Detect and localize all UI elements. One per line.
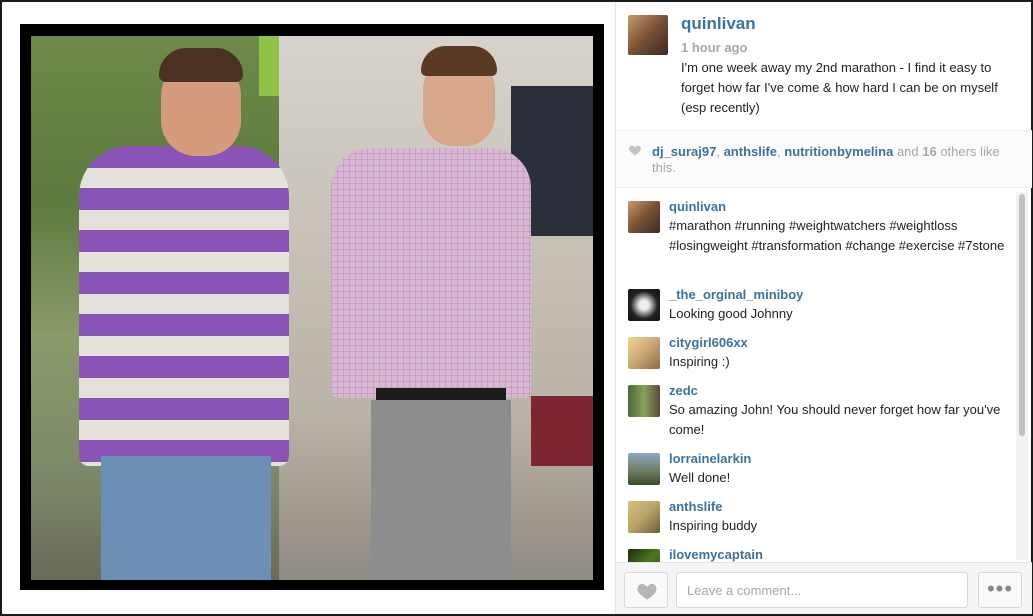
commenter-username[interactable]: anthslife xyxy=(669,499,722,514)
heart-icon xyxy=(629,145,641,156)
caption-text: I'm one week away my 2nd marathon - I fi… xyxy=(681,60,998,115)
commenter-avatar[interactable] xyxy=(628,549,660,562)
comment-text: Inspiring buddy xyxy=(669,518,758,533)
commenter-avatar[interactable] xyxy=(628,201,660,233)
post-sidebar: quinlivan 1 hour ago I'm one week away m… xyxy=(615,2,1032,614)
comment-text: #marathon #running #weightwatchers #weig… xyxy=(669,218,1005,253)
commenter-avatar[interactable] xyxy=(628,289,660,321)
green-strip xyxy=(259,36,279,96)
comment-text: Inspiring :) xyxy=(669,354,730,369)
grey-trousers xyxy=(371,400,511,580)
commenter-username[interactable]: citygirl606xx xyxy=(669,335,748,350)
likes-bar: dj_suraj97, anthslife, nutritionbymelina… xyxy=(616,130,1032,188)
commenter-username[interactable]: ilovemycaptain xyxy=(669,547,763,562)
comment-item: quinlivan #marathon #running #weightwatc… xyxy=(616,199,1016,279)
more-options-button[interactable]: ••• xyxy=(978,572,1022,608)
owner-username[interactable]: quinlivan xyxy=(681,14,756,34)
like-button[interactable] xyxy=(624,572,668,608)
photo-pane xyxy=(2,2,614,614)
commenter-avatar[interactable] xyxy=(628,453,660,485)
after-hair xyxy=(421,46,497,76)
post-caption: quinlivan 1 hour ago I'm one week away m… xyxy=(616,2,1032,130)
comment-item: anthslife Inspiring buddy xyxy=(616,499,1016,539)
like-user-link[interactable]: anthslife xyxy=(724,144,777,159)
comments-scrollbar[interactable] xyxy=(1016,192,1028,560)
comment-text: Looking good Johnny xyxy=(669,306,793,321)
likes-separator: , xyxy=(716,144,724,159)
heart-icon xyxy=(637,584,657,600)
likes-text: dj_suraj97, anthslife, nutritionbymelina… xyxy=(652,144,1022,176)
like-user-link[interactable]: dj_suraj97 xyxy=(652,144,716,159)
comment-item: citygirl606xx Inspiring :) xyxy=(616,335,1016,375)
comment-item: lorrainelarkin Well done! xyxy=(616,451,1016,491)
commenter-username[interactable]: zedc xyxy=(669,383,698,398)
checked-shirt-figure xyxy=(331,148,531,398)
like-user-link[interactable]: nutritionbymelina xyxy=(784,144,893,159)
comment-text: Well done! xyxy=(669,470,731,485)
owner-avatar[interactable] xyxy=(628,15,668,55)
ellipsis-icon: ••• xyxy=(986,576,1014,601)
striped-shirt-figure xyxy=(79,146,289,466)
commenter-avatar[interactable] xyxy=(628,337,660,369)
scrollbar-thumb[interactable] xyxy=(1019,194,1025,436)
commenter-username[interactable]: _the_orginal_miniboy xyxy=(669,287,803,302)
comment-footer: ••• xyxy=(616,562,1032,614)
likes-and: and xyxy=(893,144,923,159)
comment-item: _the_orginal_miniboy Looking good Johnny xyxy=(616,287,1016,327)
comment-input[interactable] xyxy=(676,572,968,608)
photo-content xyxy=(31,36,593,580)
commenter-avatar[interactable] xyxy=(628,501,660,533)
post-modal: quinlivan 1 hour ago I'm one week away m… xyxy=(2,2,1032,614)
folded-clothes xyxy=(531,396,593,466)
post-time: 1 hour ago xyxy=(681,40,748,55)
post-photo[interactable] xyxy=(20,24,604,590)
before-hair xyxy=(159,48,243,82)
comments-list[interactable]: quinlivan #marathon #running #weightwatc… xyxy=(616,189,1032,562)
commenter-username[interactable]: lorrainelarkin xyxy=(669,451,751,466)
likes-others-count[interactable]: 16 xyxy=(922,144,936,159)
comment-item: ilovemycaptain xyxy=(616,547,1016,562)
commenter-username[interactable]: quinlivan xyxy=(669,199,726,214)
commenter-avatar[interactable] xyxy=(628,385,660,417)
comment-item: zedc So amazing John! You should never f… xyxy=(616,383,1016,443)
comment-text: So amazing John! You should never forget… xyxy=(669,402,1001,437)
jeans-figure xyxy=(101,456,271,580)
